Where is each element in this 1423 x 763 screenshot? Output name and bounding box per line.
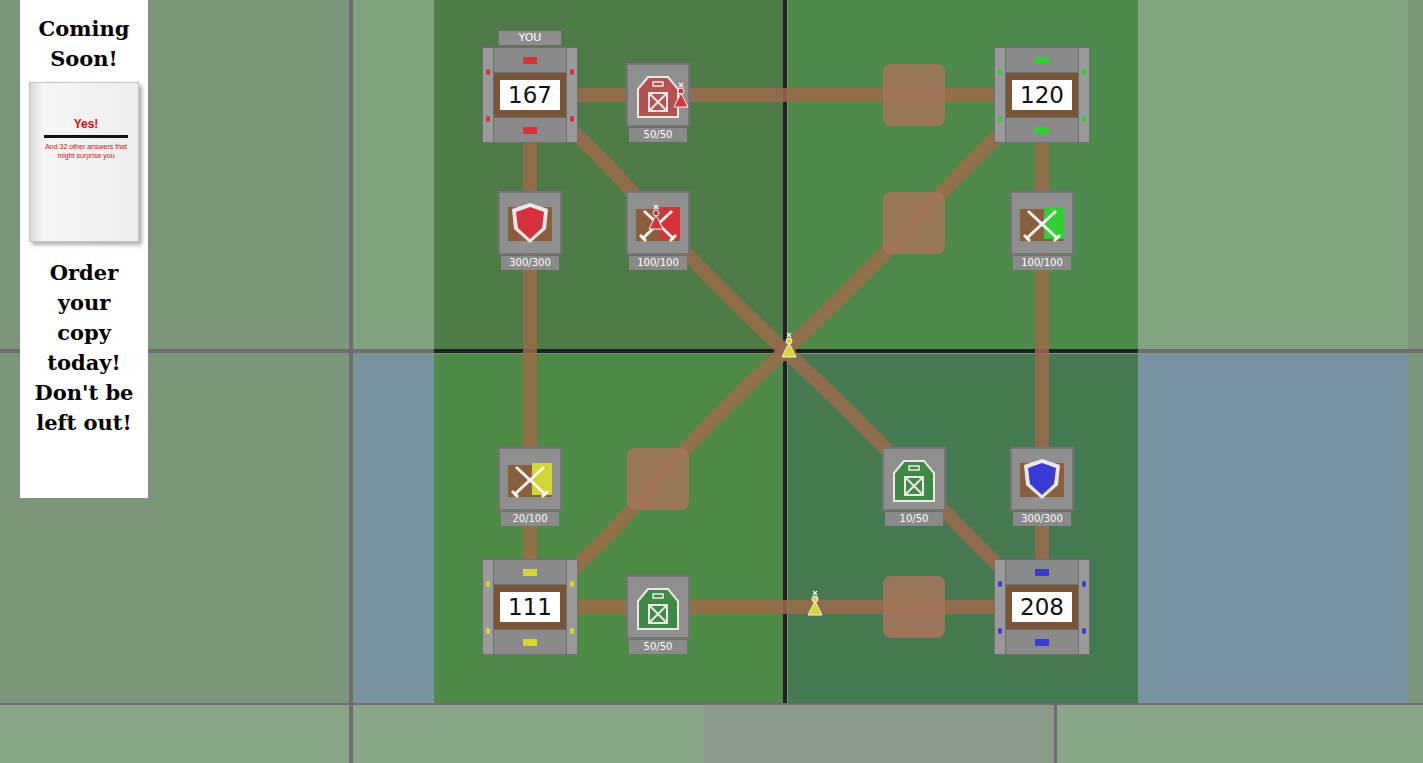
base-post	[566, 559, 578, 655]
grid-line	[1054, 703, 1057, 763]
building-hp: 300/300	[501, 256, 559, 270]
road	[1035, 95, 1049, 607]
base-flag	[1035, 127, 1049, 134]
book-subtitle: And 32 other answers that might surprise…	[42, 142, 130, 160]
base-post	[482, 47, 494, 143]
base[interactable]: 208	[994, 559, 1090, 655]
unit-count: 208	[1012, 592, 1072, 622]
soldier-icon[interactable]	[781, 332, 797, 358]
ad-heading: Coming Soon!	[24, 14, 144, 74]
shield-icon	[506, 199, 554, 247]
base[interactable]: YOU167	[482, 47, 578, 143]
you-label: YOU	[498, 30, 562, 46]
base[interactable]: 111	[482, 559, 578, 655]
barn-icon	[890, 455, 938, 503]
base-flag	[1035, 639, 1049, 646]
building-hp: 100/100	[1013, 256, 1071, 270]
map-tile	[1138, 0, 1408, 350]
empty-plot[interactable]	[883, 192, 945, 254]
building[interactable]: 300/300	[498, 191, 562, 275]
base-flag	[1035, 57, 1049, 64]
base[interactable]: 120	[994, 47, 1090, 143]
ad-cta: Order your copy today! Don't be left out…	[29, 258, 139, 438]
map-tile	[1408, 354, 1423, 703]
building-hp: 50/50	[629, 128, 687, 142]
roads	[0, 0, 1423, 763]
map-tile	[354, 0, 434, 350]
base-post	[1078, 47, 1090, 143]
building[interactable]: 50/50	[626, 575, 690, 659]
building[interactable]: 10/50	[882, 447, 946, 531]
base-post	[566, 47, 578, 143]
barracks-icon	[506, 455, 554, 503]
soldier-icon[interactable]	[648, 204, 664, 230]
base-flag	[1035, 569, 1049, 576]
base-flag	[523, 127, 537, 134]
map-tile	[354, 354, 434, 703]
empty-plot[interactable]	[883, 64, 945, 126]
game-map: YOU16712011120850/50100/100300/300100/10…	[0, 0, 1423, 763]
unit-count: 111	[500, 592, 560, 622]
building[interactable]: 100/100	[626, 191, 690, 275]
road	[530, 600, 1042, 614]
building-hp: 300/300	[1013, 512, 1071, 526]
road	[530, 88, 1042, 102]
base-post	[482, 559, 494, 655]
map-tile	[704, 705, 1054, 763]
barn-icon	[634, 71, 682, 119]
base-flag	[523, 569, 537, 576]
building[interactable]: 20/100	[498, 447, 562, 531]
road	[523, 95, 537, 607]
soldier-icon[interactable]	[673, 82, 689, 108]
barn-icon	[634, 583, 682, 631]
building-hp: 20/100	[501, 512, 559, 526]
grid-line	[0, 703, 1423, 705]
soldier-icon[interactable]	[807, 590, 823, 616]
empty-plot[interactable]	[627, 448, 689, 510]
map-tile	[1408, 0, 1423, 350]
grid-line	[349, 0, 353, 763]
empty-plot[interactable]	[883, 576, 945, 638]
base-flag	[523, 57, 537, 64]
barracks-icon	[1018, 199, 1066, 247]
building[interactable]: 300/300	[1010, 447, 1074, 531]
book-title: Yes!	[74, 117, 99, 131]
building-hp: 10/50	[885, 512, 943, 526]
base-post	[1078, 559, 1090, 655]
building[interactable]: 100/100	[1010, 191, 1074, 275]
base-post	[994, 47, 1006, 143]
shield-icon	[1018, 455, 1066, 503]
map-tile	[1138, 354, 1408, 703]
unit-count: 167	[500, 80, 560, 110]
unit-count: 120	[1012, 80, 1072, 110]
book-cover: Yes! And 32 other answers that might surp…	[29, 82, 139, 242]
base-post	[994, 559, 1006, 655]
ad-banner[interactable]: Coming Soon! Yes! And 32 other answers tha…	[20, 0, 148, 498]
base-flag	[523, 639, 537, 646]
building-hp: 100/100	[629, 256, 687, 270]
building-hp: 50/50	[629, 640, 687, 654]
